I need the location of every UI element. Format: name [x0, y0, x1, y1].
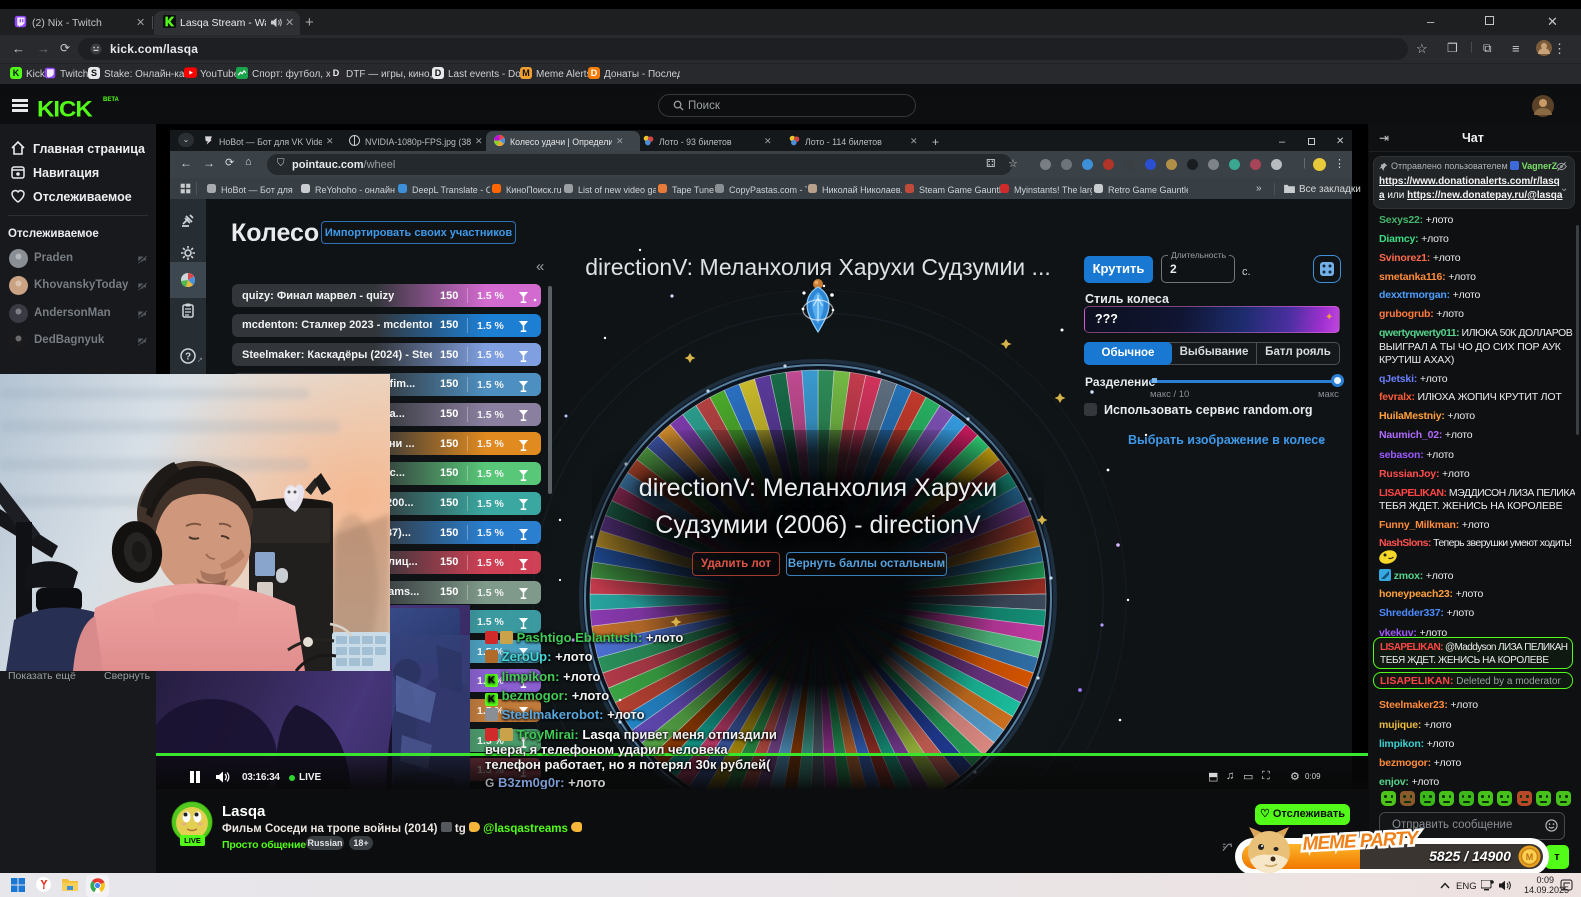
svg-text:MEME PARTY: MEME PARTY	[1302, 828, 1421, 855]
svg-text:M: M	[1526, 852, 1534, 862]
